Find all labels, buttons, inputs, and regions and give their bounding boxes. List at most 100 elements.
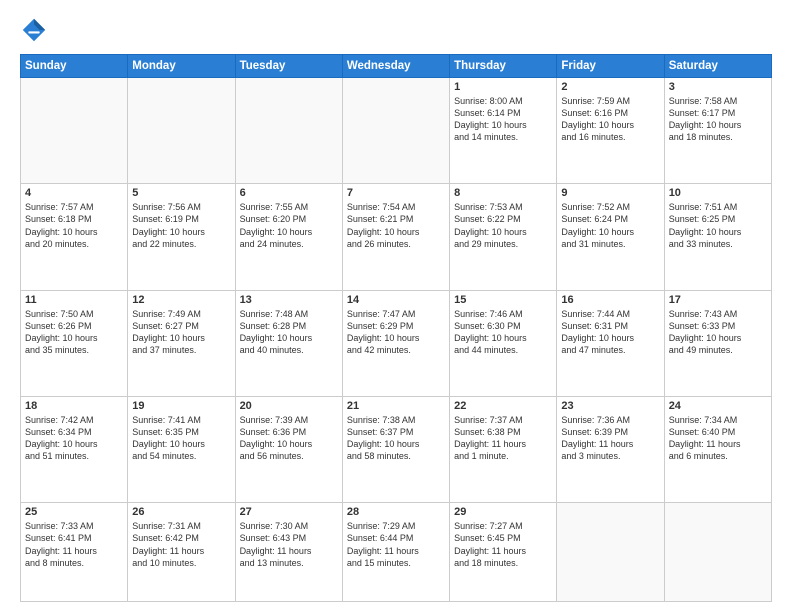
calendar-cell: 19 Sunrise: 7:41 AM Sunset: 6:35 PM Dayli… (128, 396, 235, 502)
calendar-week-3: 11 Sunrise: 7:50 AM Sunset: 6:26 PM Dayli… (21, 290, 772, 396)
calendar-col-monday: Monday (128, 55, 235, 78)
day-number: 27 (240, 506, 338, 518)
day-info: Sunrise: 7:55 AM Sunset: 6:20 PM Dayligh… (240, 201, 338, 250)
calendar-col-friday: Friday (557, 55, 664, 78)
calendar-cell: 21 Sunrise: 7:38 AM Sunset: 6:37 PM Dayli… (342, 396, 449, 502)
calendar-cell: 28 Sunrise: 7:29 AM Sunset: 6:44 PM Dayli… (342, 503, 449, 602)
day-info: Sunrise: 7:54 AM Sunset: 6:21 PM Dayligh… (347, 201, 445, 250)
day-number: 13 (240, 294, 338, 306)
calendar-cell: 7 Sunrise: 7:54 AM Sunset: 6:21 PM Daylig… (342, 184, 449, 290)
calendar-col-thursday: Thursday (450, 55, 557, 78)
day-number: 5 (132, 187, 230, 199)
day-info: Sunrise: 7:47 AM Sunset: 6:29 PM Dayligh… (347, 308, 445, 357)
calendar-cell: 18 Sunrise: 7:42 AM Sunset: 6:34 PM Dayli… (21, 396, 128, 502)
calendar-cell: 15 Sunrise: 7:46 AM Sunset: 6:30 PM Dayli… (450, 290, 557, 396)
day-info: Sunrise: 7:41 AM Sunset: 6:35 PM Dayligh… (132, 414, 230, 463)
calendar-cell: 20Sunrise: 7:39 AM Sunset: 6:36 PM Dayli… (235, 396, 342, 502)
day-number: 7 (347, 187, 445, 199)
calendar-col-wednesday: Wednesday (342, 55, 449, 78)
day-number: 4 (25, 187, 123, 199)
day-info: Sunrise: 7:43 AM Sunset: 6:33 PM Dayligh… (669, 308, 767, 357)
header (20, 16, 772, 44)
day-number: 29 (454, 506, 552, 518)
day-info: Sunrise: 7:49 AM Sunset: 6:27 PM Dayligh… (132, 308, 230, 357)
calendar-cell (557, 503, 664, 602)
day-number: 10 (669, 187, 767, 199)
day-info: Sunrise: 7:48 AM Sunset: 6:28 PM Dayligh… (240, 308, 338, 357)
day-info: Sunrise: 7:56 AM Sunset: 6:19 PM Dayligh… (132, 201, 230, 250)
calendar-cell: 13 Sunrise: 7:48 AM Sunset: 6:28 PM Dayli… (235, 290, 342, 396)
day-info: Sunrise: 7:59 AM Sunset: 6:16 PM Dayligh… (561, 95, 659, 144)
calendar-cell (21, 78, 128, 184)
day-number: 23 (561, 400, 659, 412)
calendar-cell: 9Sunrise: 7:52 AM Sunset: 6:24 PM Daylig… (557, 184, 664, 290)
calendar-cell: 22 Sunrise: 7:37 AM Sunset: 6:38 PM Dayli… (450, 396, 557, 502)
day-number: 26 (132, 506, 230, 518)
calendar-header-row: SundayMondayTuesdayWednesdayThursdayFrid… (21, 55, 772, 78)
day-number: 17 (669, 294, 767, 306)
day-info: Sunrise: 7:42 AM Sunset: 6:34 PM Dayligh… (25, 414, 123, 463)
calendar-cell: 29 Sunrise: 7:27 AM Sunset: 6:45 PM Dayli… (450, 503, 557, 602)
calendar-col-tuesday: Tuesday (235, 55, 342, 78)
logo-icon (20, 16, 48, 44)
calendar-cell: 23 Sunrise: 7:36 AM Sunset: 6:39 PM Dayli… (557, 396, 664, 502)
day-info: Sunrise: 7:27 AM Sunset: 6:45 PM Dayligh… (454, 520, 552, 569)
day-number: 2 (561, 81, 659, 93)
day-number: 15 (454, 294, 552, 306)
day-info: Sunrise: 7:34 AM Sunset: 6:40 PM Dayligh… (669, 414, 767, 463)
day-number: 28 (347, 506, 445, 518)
day-info: Sunrise: 7:53 AM Sunset: 6:22 PM Dayligh… (454, 201, 552, 250)
day-number: 18 (25, 400, 123, 412)
calendar-cell: 4Sunrise: 7:57 AM Sunset: 6:18 PM Daylig… (21, 184, 128, 290)
day-info: Sunrise: 7:52 AM Sunset: 6:24 PM Dayligh… (561, 201, 659, 250)
day-info: Sunrise: 8:00 AM Sunset: 6:14 PM Dayligh… (454, 95, 552, 144)
day-number: 12 (132, 294, 230, 306)
day-info: Sunrise: 7:50 AM Sunset: 6:26 PM Dayligh… (25, 308, 123, 357)
calendar-cell: 24 Sunrise: 7:34 AM Sunset: 6:40 PM Dayli… (664, 396, 771, 502)
calendar-cell: 16 Sunrise: 7:44 AM Sunset: 6:31 PM Dayli… (557, 290, 664, 396)
day-info: Sunrise: 7:58 AM Sunset: 6:17 PM Dayligh… (669, 95, 767, 144)
calendar-cell: 2 Sunrise: 7:59 AM Sunset: 6:16 PM Daylig… (557, 78, 664, 184)
day-number: 19 (132, 400, 230, 412)
day-info: Sunrise: 7:29 AM Sunset: 6:44 PM Dayligh… (347, 520, 445, 569)
calendar-cell: 25Sunrise: 7:33 AM Sunset: 6:41 PM Dayli… (21, 503, 128, 602)
calendar-cell (128, 78, 235, 184)
calendar-cell: 3 Sunrise: 7:58 AM Sunset: 6:17 PM Daylig… (664, 78, 771, 184)
day-info: Sunrise: 7:37 AM Sunset: 6:38 PM Dayligh… (454, 414, 552, 463)
day-number: 11 (25, 294, 123, 306)
day-number: 25 (25, 506, 123, 518)
calendar-week-2: 4Sunrise: 7:57 AM Sunset: 6:18 PM Daylig… (21, 184, 772, 290)
day-number: 8 (454, 187, 552, 199)
calendar-cell: 10 Sunrise: 7:51 AM Sunset: 6:25 PM Dayli… (664, 184, 771, 290)
day-number: 1 (454, 81, 552, 93)
day-number: 3 (669, 81, 767, 93)
calendar-cell: 14Sunrise: 7:47 AM Sunset: 6:29 PM Dayli… (342, 290, 449, 396)
calendar-cell (664, 503, 771, 602)
calendar-table: SundayMondayTuesdayWednesdayThursdayFrid… (20, 54, 772, 602)
day-info: Sunrise: 7:30 AM Sunset: 6:43 PM Dayligh… (240, 520, 338, 569)
calendar-cell: 8 Sunrise: 7:53 AM Sunset: 6:22 PM Daylig… (450, 184, 557, 290)
day-number: 24 (669, 400, 767, 412)
day-info: Sunrise: 7:36 AM Sunset: 6:39 PM Dayligh… (561, 414, 659, 463)
calendar-cell (342, 78, 449, 184)
calendar-week-5: 25Sunrise: 7:33 AM Sunset: 6:41 PM Dayli… (21, 503, 772, 602)
calendar-cell: 11 Sunrise: 7:50 AM Sunset: 6:26 PM Dayli… (21, 290, 128, 396)
calendar-cell: 26Sunrise: 7:31 AM Sunset: 6:42 PM Dayli… (128, 503, 235, 602)
calendar-cell: 6Sunrise: 7:55 AM Sunset: 6:20 PM Daylig… (235, 184, 342, 290)
day-info: Sunrise: 7:44 AM Sunset: 6:31 PM Dayligh… (561, 308, 659, 357)
calendar-cell: 12 Sunrise: 7:49 AM Sunset: 6:27 PM Dayli… (128, 290, 235, 396)
day-number: 20 (240, 400, 338, 412)
day-info: Sunrise: 7:38 AM Sunset: 6:37 PM Dayligh… (347, 414, 445, 463)
day-info: Sunrise: 7:46 AM Sunset: 6:30 PM Dayligh… (454, 308, 552, 357)
calendar-cell: 17 Sunrise: 7:43 AM Sunset: 6:33 PM Dayli… (664, 290, 771, 396)
calendar-col-sunday: Sunday (21, 55, 128, 78)
day-number: 22 (454, 400, 552, 412)
logo (20, 16, 52, 44)
day-info: Sunrise: 7:51 AM Sunset: 6:25 PM Dayligh… (669, 201, 767, 250)
calendar-cell: 1 Sunrise: 8:00 AM Sunset: 6:14 PM Daylig… (450, 78, 557, 184)
calendar-week-1: 1 Sunrise: 8:00 AM Sunset: 6:14 PM Daylig… (21, 78, 772, 184)
day-number: 16 (561, 294, 659, 306)
day-number: 21 (347, 400, 445, 412)
calendar-cell (235, 78, 342, 184)
calendar-cell: 27 Sunrise: 7:30 AM Sunset: 6:43 PM Dayli… (235, 503, 342, 602)
